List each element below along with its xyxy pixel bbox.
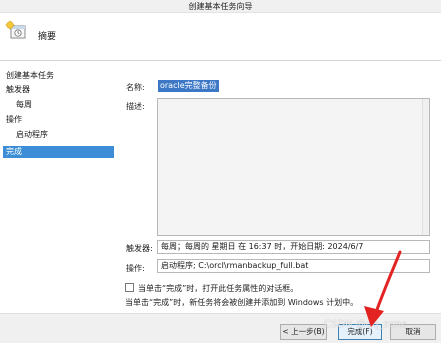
sidebar-item-start-program[interactable]: 启动程序: [3, 129, 114, 141]
description-label: 描述:: [126, 102, 145, 111]
page-title: 摘要: [38, 32, 57, 42]
back-button[interactable]: < 上一步(B): [280, 324, 327, 340]
action-summary-field: 启动程序; C:\orcl\rmanbackup_full.bat: [157, 259, 430, 273]
description-scrollbar[interactable]: [422, 99, 429, 235]
title-bar: 创建基本任务向导: [0, 0, 441, 13]
open-properties-checkbox[interactable]: [125, 283, 134, 292]
trigger-label: 触发器:: [126, 244, 153, 253]
wizard-header: 摘要: [0, 13, 441, 61]
sidebar-item-finish[interactable]: 完成: [3, 146, 114, 158]
open-properties-checkbox-label[interactable]: 当单击“完成”时，打开此任务属性的对话框。: [138, 283, 298, 294]
task-wizard-icon: [5, 20, 27, 40]
sidebar-item-weekly[interactable]: 每周: [3, 99, 114, 111]
task-name-field[interactable]: oracle完整备份: [158, 80, 219, 92]
window-title: 创建基本任务向导: [188, 2, 253, 11]
sidebar-item-create-task[interactable]: 创建基本任务: [3, 70, 114, 82]
action-label: 操作:: [126, 264, 145, 273]
name-label: 名称:: [126, 83, 145, 92]
finish-info-text: 当单击“完成”时，新任务将会被创建并添加到 Windows 计划中。: [125, 298, 359, 307]
sidebar-item-trigger[interactable]: 触发器: [3, 84, 114, 96]
sidebar-item-action[interactable]: 操作: [3, 114, 114, 126]
trigger-summary-field: 每周；每周的 星期日 在 16:37 时，开始日期: 2024/6/7: [157, 240, 430, 254]
watermark: CSDN @qq_zone: [324, 319, 408, 330]
wizard-steps-sidebar: 创建基本任务 触发器 每周 操作 启动程序 完成: [0, 62, 116, 343]
description-field[interactable]: [157, 98, 430, 236]
